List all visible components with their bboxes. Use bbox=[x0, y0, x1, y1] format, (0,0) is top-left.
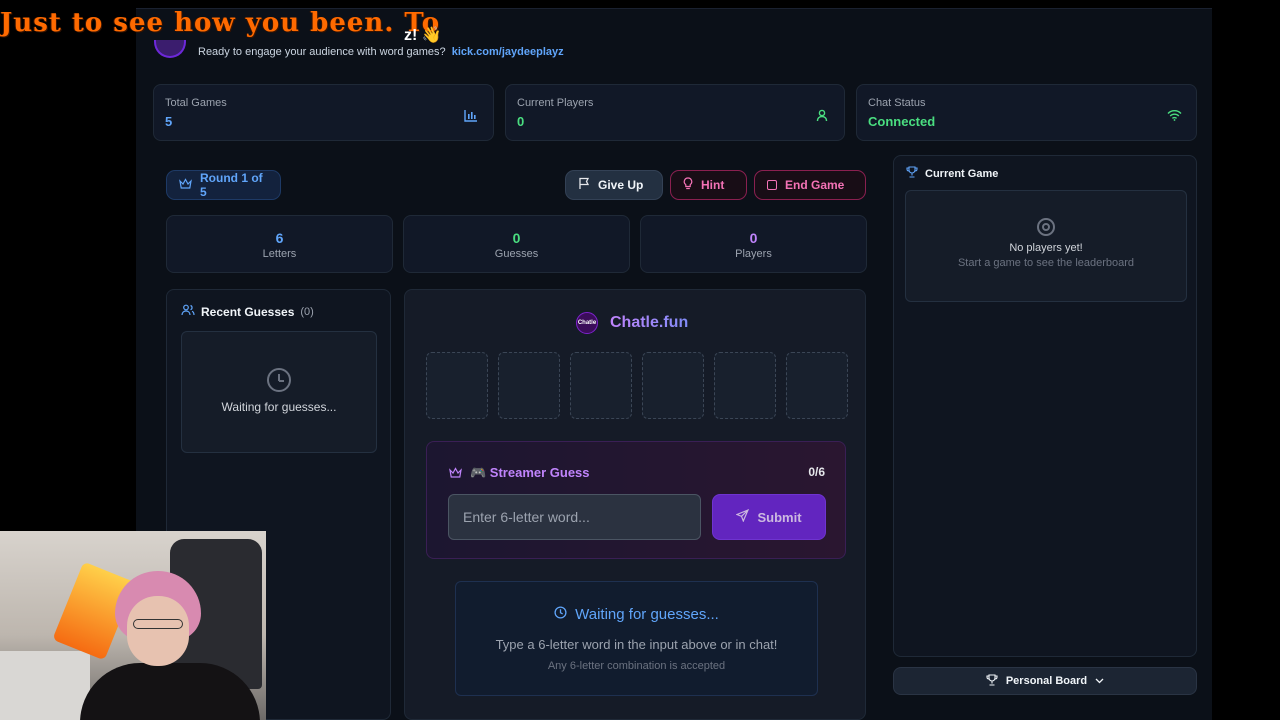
guess-input[interactable] bbox=[448, 494, 701, 540]
brand-name: Chatle.fun bbox=[610, 314, 689, 331]
metric-value: 0 bbox=[512, 230, 521, 246]
brand: Chatle Chatle.fun bbox=[576, 312, 688, 334]
stream-ticker: Just to see how you been. To bbox=[0, 8, 441, 38]
stop-square-icon bbox=[767, 180, 777, 190]
round-label: Round 1 of 5 bbox=[200, 171, 263, 199]
round-indicator: Round 1 of 5 bbox=[166, 170, 281, 200]
stat-card-total-games: Total Games 5 bbox=[153, 84, 494, 141]
give-up-label: Give Up bbox=[598, 178, 644, 192]
stat-value: 5 bbox=[165, 114, 173, 129]
webcam-feed bbox=[0, 531, 266, 720]
letter-tile bbox=[714, 352, 776, 419]
stream-ticker-tail: z! 👋 bbox=[404, 27, 442, 44]
metric-guesses: 0 Guesses bbox=[403, 215, 630, 273]
stream-screen: Ready to engage your audience with word … bbox=[0, 0, 1280, 720]
header-subtitle: Ready to engage your audience with word … bbox=[198, 46, 564, 58]
hint-button[interactable]: Hint bbox=[670, 170, 747, 200]
metric-label: Guesses bbox=[494, 248, 539, 260]
recent-guesses-title: Recent Guesses bbox=[201, 304, 295, 319]
personal-board-label: Personal Board bbox=[1005, 675, 1088, 687]
end-game-label: End Game bbox=[785, 178, 845, 192]
metric-label: Players bbox=[735, 248, 772, 260]
no-players-hint: Start a game to see the leaderboard bbox=[957, 257, 1135, 269]
stat-value: Connected bbox=[868, 114, 936, 129]
end-game-button[interactable]: End Game bbox=[754, 170, 866, 200]
stat-value: 0 bbox=[517, 114, 525, 129]
letter-tile bbox=[570, 352, 632, 419]
subtitle-text: Ready to engage your audience with word … bbox=[198, 46, 446, 58]
target-icon bbox=[1037, 218, 1055, 236]
bar-chart-icon bbox=[459, 105, 483, 125]
letter-tile bbox=[498, 352, 560, 419]
letter-tiles bbox=[426, 352, 848, 419]
metric-value: 0 bbox=[749, 230, 758, 246]
send-icon bbox=[735, 508, 750, 525]
webcam-person-glasses bbox=[133, 619, 183, 629]
user-icon bbox=[810, 105, 834, 125]
lightbulb-icon bbox=[683, 177, 693, 193]
recent-guesses-count: (0) bbox=[300, 305, 314, 318]
no-players-title: No players yet! bbox=[1009, 242, 1083, 254]
waiting-title-row: Waiting for guesses... bbox=[456, 606, 817, 623]
game-board: Chatle Chatle.fun 🎮 Streamer Guess 0/6 S… bbox=[404, 289, 866, 720]
metric-players: 0 Players bbox=[640, 215, 867, 273]
metric-value: 6 bbox=[275, 230, 284, 246]
recent-guesses-empty-text: Waiting for guesses... bbox=[221, 400, 337, 414]
chevron-down-icon bbox=[1095, 675, 1104, 687]
stat-label: Chat Status bbox=[868, 97, 926, 109]
crown-icon bbox=[449, 466, 462, 481]
hint-label: Hint bbox=[701, 178, 725, 192]
clock-icon bbox=[554, 606, 567, 623]
personal-board-button[interactable]: Personal Board bbox=[893, 667, 1197, 695]
letter-tile bbox=[642, 352, 704, 419]
give-up-button[interactable]: Give Up bbox=[565, 170, 663, 200]
leaderboard-empty: No players yet! Start a game to see the … bbox=[905, 190, 1187, 302]
metric-label: Letters bbox=[262, 248, 297, 260]
channel-link[interactable]: kick.com/jaydeeplayz bbox=[452, 46, 564, 58]
chatle-logo: Chatle bbox=[576, 312, 598, 334]
clock-icon bbox=[267, 368, 291, 392]
stat-card-chat-status: Chat Status Connected bbox=[856, 84, 1197, 141]
recent-guesses-header: Recent Guesses (0) bbox=[181, 304, 314, 319]
trophy-icon bbox=[906, 166, 918, 181]
webcam-bed bbox=[0, 651, 90, 720]
users-icon bbox=[181, 304, 195, 319]
stat-label: Current Players bbox=[517, 97, 594, 109]
screen-edge bbox=[1212, 8, 1280, 720]
wifi-icon bbox=[1162, 105, 1186, 125]
current-game-panel: Current Game No players yet! Start a gam… bbox=[893, 155, 1197, 657]
streamer-guess-header: 🎮 Streamer Guess bbox=[449, 465, 590, 481]
metric-letters: 6 Letters bbox=[166, 215, 393, 273]
letter-tile bbox=[426, 352, 488, 419]
crown-icon bbox=[179, 178, 192, 192]
current-game-title: Current Game bbox=[925, 167, 999, 180]
letter-tile bbox=[786, 352, 848, 419]
current-game-header: Current Game bbox=[906, 166, 998, 181]
submit-label: Submit bbox=[757, 509, 802, 525]
webcam-person-face bbox=[127, 596, 189, 666]
flag-icon bbox=[578, 177, 590, 193]
waiting-status: Waiting for guesses... Type a 6-letter w… bbox=[455, 581, 818, 696]
submit-button[interactable]: Submit bbox=[712, 494, 826, 540]
streamer-guess-panel: 🎮 Streamer Guess 0/6 Submit bbox=[426, 441, 846, 559]
trophy-icon bbox=[986, 673, 998, 689]
waiting-title: Waiting for guesses... bbox=[575, 606, 719, 623]
streamer-guess-title: 🎮 Streamer Guess bbox=[470, 465, 590, 480]
stat-label: Total Games bbox=[165, 97, 227, 109]
waiting-note: Any 6-letter combination is accepted bbox=[547, 660, 726, 672]
attempts-counter: 0/6 bbox=[808, 465, 825, 479]
waiting-hint: Type a 6-letter word in the input above … bbox=[495, 637, 778, 652]
recent-guesses-empty: Waiting for guesses... bbox=[181, 331, 377, 453]
stat-card-current-players: Current Players 0 bbox=[505, 84, 845, 141]
